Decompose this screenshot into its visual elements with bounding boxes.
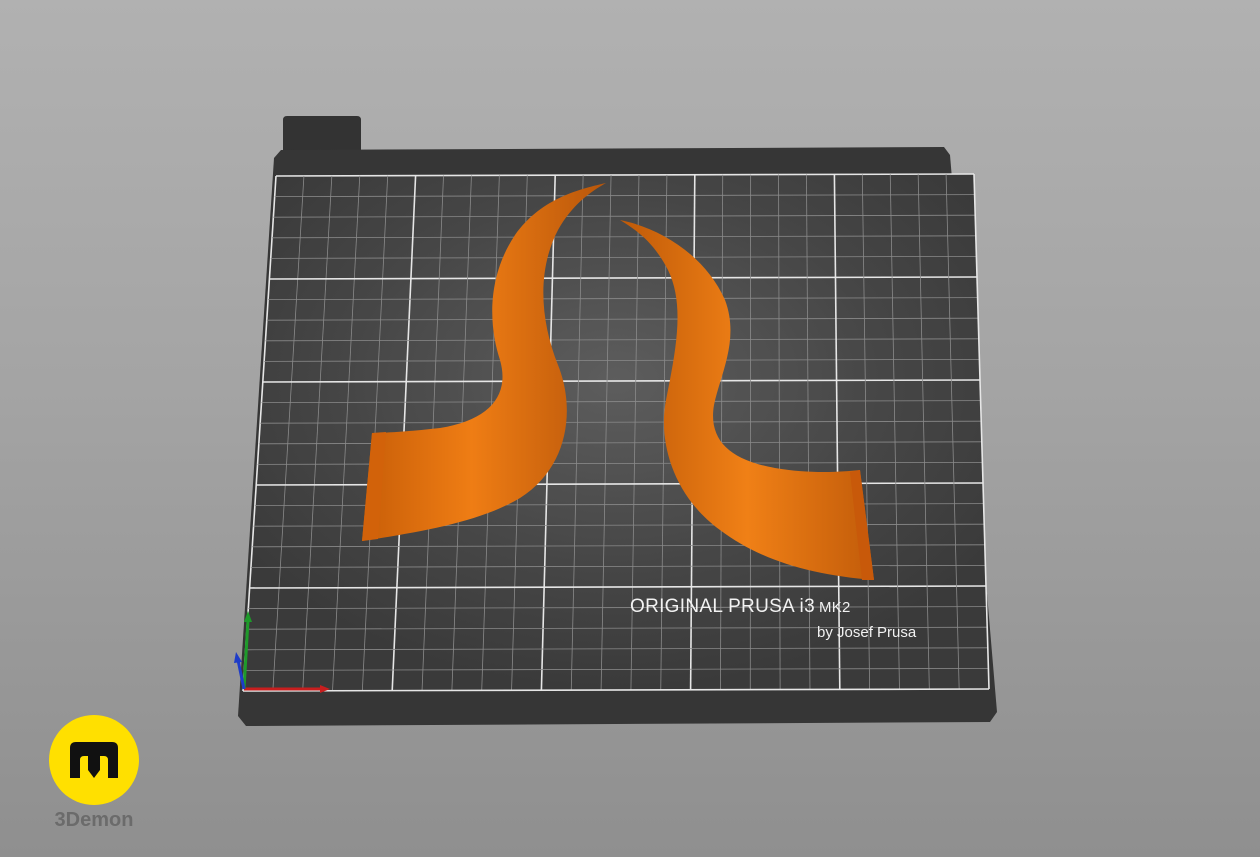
z-axis-arrow-head: [234, 652, 242, 663]
bed-plate: [243, 174, 989, 691]
viewport-3d[interactable]: [0, 0, 1260, 857]
3demon-logo-icon: [49, 715, 139, 805]
bed-brand-text: ORIGINAL PRUSA i3: [630, 596, 815, 617]
bed-brand-label: ORIGINAL PRUSA i3 MK2: [630, 596, 851, 618]
watermark-label: 3Demon: [54, 809, 134, 831]
bed-tab: [283, 116, 361, 150]
bed-maker-label: by Josef Prusa: [817, 624, 917, 641]
bed-model-text: MK2: [818, 599, 851, 616]
